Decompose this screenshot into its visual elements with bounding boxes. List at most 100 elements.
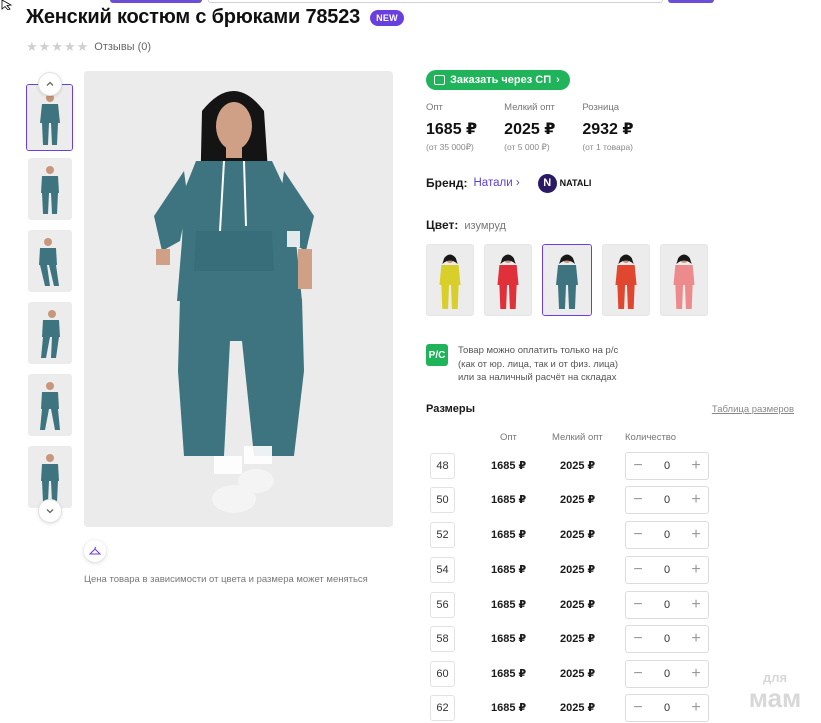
sizes-column-headers: Опт Мелкий опт Количество xyxy=(426,432,726,446)
plus-icon[interactable]: + xyxy=(689,527,703,543)
color-swatch-pink[interactable] xyxy=(660,244,708,316)
quantity-value[interactable]: 0 xyxy=(664,529,670,541)
color-row: Цвет: изумруд xyxy=(426,218,506,232)
minus-icon[interactable]: − xyxy=(631,562,645,578)
size-row: 58 1685 ₽ 2025 ₽ − 0 + xyxy=(426,625,726,653)
plus-icon[interactable]: + xyxy=(689,458,703,474)
sizes-header: Размеры Таблица размеров xyxy=(426,403,794,415)
price-label: Розница xyxy=(582,102,620,113)
quantity-value[interactable]: 0 xyxy=(664,564,670,576)
minus-icon[interactable]: − xyxy=(631,631,645,647)
cart-icon xyxy=(434,75,445,85)
thumbnail-4[interactable] xyxy=(28,302,72,364)
size-chart-link[interactable]: Таблица размеров xyxy=(712,404,794,415)
size-label: 52 xyxy=(430,522,455,548)
brand-name: Натали xyxy=(473,177,513,189)
size-row: 54 1685 ₽ 2025 ₽ − 0 + xyxy=(426,556,726,584)
plus-icon[interactable]: + xyxy=(689,562,703,578)
size-price-small-opt: 2025 ₽ xyxy=(560,668,596,680)
plus-icon[interactable]: + xyxy=(689,631,703,647)
size-price-opt: 1685 ₽ xyxy=(491,529,527,541)
main-product-photo[interactable] xyxy=(84,71,393,527)
rating-stars[interactable]: ★ ★ ★ ★ ★ xyxy=(26,40,88,53)
size-price-opt: 1685 ₽ xyxy=(491,460,527,472)
payment-line: или за наличный расчёт на складах xyxy=(458,372,617,383)
chevron-up-icon[interactable] xyxy=(38,72,62,96)
brand-label: Бренд: xyxy=(426,176,468,190)
minus-icon[interactable]: − xyxy=(631,527,645,543)
brand-logo-text: NATALI xyxy=(559,178,592,188)
chevron-down-icon[interactable] xyxy=(38,499,62,523)
price-note: Цена товара в зависимости от цвета и раз… xyxy=(84,574,368,585)
quantity-value[interactable]: 0 xyxy=(664,460,670,472)
price-small-wholesale: Мелкий опт 2025 ₽ (от 5 000 ₽) xyxy=(504,102,555,153)
brand-logo-icon: N xyxy=(537,173,557,193)
reviews-link[interactable]: Отзывы (0) xyxy=(94,41,151,53)
chevron-right-icon: › xyxy=(515,177,520,189)
quantity-value[interactable]: 0 xyxy=(664,494,670,506)
star-icon: ★ xyxy=(38,39,51,54)
price-value: 1685 ₽ xyxy=(426,121,478,138)
quantity-value[interactable]: 0 xyxy=(664,599,670,611)
thumbnail-2[interactable] xyxy=(28,158,72,220)
size-label: 58 xyxy=(430,626,455,652)
star-icon: ★ xyxy=(76,39,89,54)
color-swatch-teal[interactable] xyxy=(542,244,592,316)
color-swatch-yellow[interactable] xyxy=(426,244,474,316)
color-label: Цвет: xyxy=(426,218,459,232)
minus-icon[interactable]: − xyxy=(631,597,645,613)
top-nav-button[interactable] xyxy=(668,0,714,3)
size-price-small-opt: 2025 ₽ xyxy=(560,494,596,506)
bank-account-icon: Р/С xyxy=(426,344,448,366)
price-condition: (от 35 000₽) xyxy=(426,142,474,152)
top-search-edge[interactable] xyxy=(208,0,663,3)
watermark-logo: для мам xyxy=(735,668,815,713)
size-price-opt: 1685 ₽ xyxy=(491,668,527,680)
size-price-small-opt: 2025 ₽ xyxy=(560,599,596,611)
hanger-icon[interactable] xyxy=(84,540,106,562)
plus-icon[interactable]: + xyxy=(689,492,703,508)
minus-icon[interactable]: − xyxy=(631,700,645,716)
minus-icon[interactable]: − xyxy=(631,492,645,508)
quantity-value[interactable]: 0 xyxy=(664,633,670,645)
thumbnail-gallery xyxy=(26,72,74,524)
plus-icon[interactable]: + xyxy=(689,666,703,682)
size-price-small-opt: 2025 ₽ xyxy=(560,702,596,714)
brand-row: Бренд: Натали › N NATALI xyxy=(426,173,591,193)
watermark-line: мам xyxy=(748,683,802,713)
size-price-opt: 1685 ₽ xyxy=(491,494,527,506)
price-value: 2932 ₽ xyxy=(582,121,634,138)
sizes-title: Размеры xyxy=(426,403,476,415)
size-row: 52 1685 ₽ 2025 ₽ − 0 + xyxy=(426,521,726,549)
quantity-stepper: − 0 + xyxy=(625,452,709,480)
color-swatches xyxy=(426,244,708,316)
top-nav-tab[interactable] xyxy=(110,0,202,3)
size-row: 62 1685 ₽ 2025 ₽ − 0 + xyxy=(426,694,726,722)
order-via-sp-button[interactable]: Заказать через СП › xyxy=(426,70,570,90)
order-button-label: Заказать через СП xyxy=(450,74,552,86)
thumbnail-3[interactable] xyxy=(28,230,72,292)
minus-icon[interactable]: − xyxy=(631,666,645,682)
plus-icon[interactable]: + xyxy=(689,700,703,716)
payment-line: (как от юр. лица, так и от физ. лица) xyxy=(458,358,619,370)
color-swatch-orange-red[interactable] xyxy=(602,244,650,316)
size-row: 48 1685 ₽ 2025 ₽ − 0 + xyxy=(426,452,726,480)
price-wholesale: Опт 1685 ₽ (от 35 000₽) xyxy=(426,102,477,153)
star-icon: ★ xyxy=(26,39,38,54)
size-price-small-opt: 2025 ₽ xyxy=(560,564,596,576)
minus-icon[interactable]: − xyxy=(631,458,645,474)
quantity-value[interactable]: 0 xyxy=(664,702,670,714)
color-swatch-red[interactable] xyxy=(484,244,532,316)
new-badge: NEW xyxy=(370,9,404,26)
size-price-opt: 1685 ₽ xyxy=(491,633,527,645)
size-row: 50 1685 ₽ 2025 ₽ − 0 + xyxy=(426,486,726,514)
product-header: Женский костюм с брюками 78523 NEW xyxy=(26,6,404,29)
star-icon: ★ xyxy=(51,39,63,54)
plus-icon[interactable]: + xyxy=(689,597,703,613)
thumbnail-5[interactable] xyxy=(28,374,72,436)
brand-link[interactable]: Натали › xyxy=(474,177,520,189)
brand-logo[interactable]: N NATALI xyxy=(537,173,592,193)
size-price-opt: 1685 ₽ xyxy=(491,599,527,611)
payment-note: Р/С Товар можно оплатить только на р/с (… xyxy=(426,344,618,385)
quantity-value[interactable]: 0 xyxy=(664,668,670,680)
